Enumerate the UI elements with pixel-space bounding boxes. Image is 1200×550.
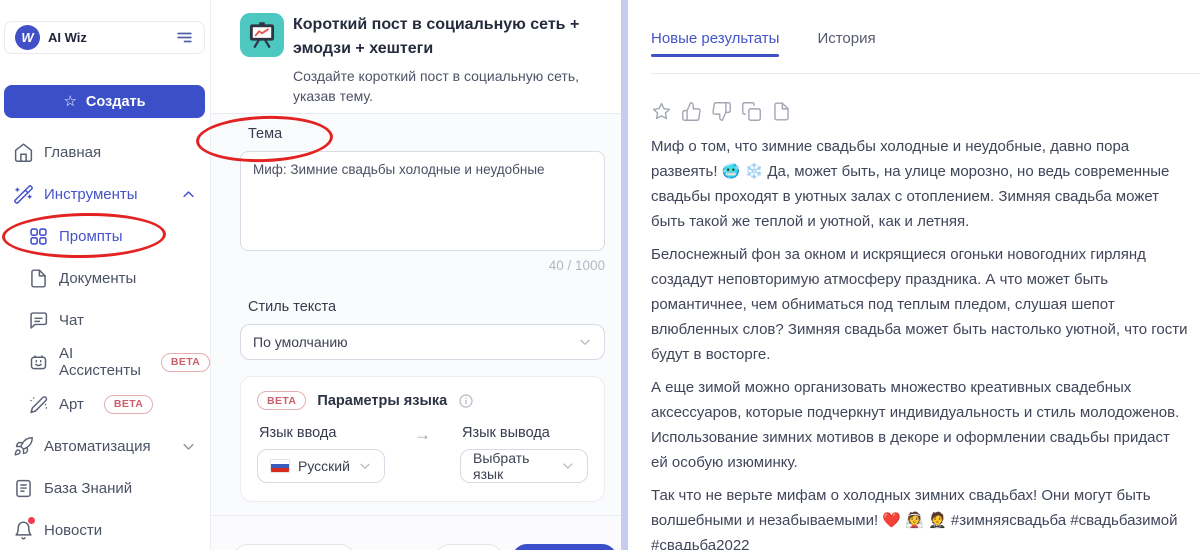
prompt-description: Создайте короткий пост в социальную сеть…: [293, 68, 580, 104]
sidebar-item-label: База Знаний: [44, 479, 133, 497]
output-language-column: Язык вывода Выбрать язык: [460, 425, 588, 483]
sidebar-item-label: AI Ассистенты: [59, 345, 141, 379]
output-language-select[interactable]: Выбрать язык: [460, 449, 588, 483]
sidebar-item-home[interactable]: Главная: [0, 131, 210, 173]
prompt-header-text: Короткий пост в социальную сеть + эмодзи…: [293, 13, 603, 113]
footer-tertiary-button[interactable]: [435, 544, 503, 550]
prompt-form: Тема Миф: Зимние свадьбы холодные и неуд…: [211, 114, 621, 515]
topic-input[interactable]: Миф: Зимние свадьбы холодные и неудобные: [240, 151, 605, 251]
sidebar-item-tools[interactable]: Инструменты: [0, 173, 210, 215]
input-language-current: Русский: [270, 458, 350, 474]
sidebar-item-news[interactable]: Новости: [0, 509, 210, 550]
logo-card: W AI Wiz: [4, 21, 205, 54]
russia-flag-icon: [270, 459, 290, 473]
input-language-column: Язык ввода Русский: [257, 425, 385, 483]
input-language-value: Русский: [298, 458, 350, 474]
post-paragraph: Миф о том, что зимние свадьбы холодные и…: [651, 138, 1170, 230]
chevron-down-icon: [181, 439, 196, 454]
document-icon[interactable]: [771, 101, 792, 122]
input-language-select[interactable]: Русский: [257, 449, 385, 483]
sidebar-item-art[interactable]: Арт BETA: [0, 383, 210, 425]
arrow-right-icon: →: [414, 425, 431, 444]
sidebar-item-label: Документы: [59, 269, 137, 287]
sidebar-item-prompts[interactable]: Промпты: [0, 215, 210, 257]
prompt-panel: Короткий пост в социальную сеть + эмодзи…: [211, 0, 621, 550]
generated-post: Миф о том, что зимние свадьбы холодные и…: [651, 134, 1188, 550]
prompt-title: Короткий пост в социальную сеть + эмодзи…: [293, 16, 580, 57]
wand-icon: [13, 184, 34, 205]
sidebar-item-label: Чат: [59, 311, 84, 329]
robot-icon: [28, 352, 49, 373]
beta-badge: BETA: [257, 391, 307, 410]
result-toolbar: [651, 101, 1200, 122]
star-icon: ☆: [63, 93, 77, 110]
app-logo-icon: W: [15, 25, 40, 50]
text-style-label: Стиль текста: [248, 299, 337, 315]
menu-toggle-icon[interactable]: [175, 28, 194, 47]
sidebar-item-ai-assistants[interactable]: AI Ассистенты BETA: [0, 341, 211, 383]
app-window: W AI Wiz ☆ Создать Главная Инструменты П…: [0, 0, 1200, 550]
presentation-chart-icon: [240, 13, 284, 57]
sidebar-item-chat[interactable]: Чат: [0, 299, 210, 341]
sidebar-item-label: Автоматизация: [44, 437, 151, 455]
sidebar-item-label: Инструменты: [44, 185, 138, 203]
copy-icon[interactable]: [741, 101, 762, 122]
prompt-header: Короткий пост в социальную сеть + эмодзи…: [211, 0, 621, 114]
language-selectors: Язык ввода Русский → Язык вывода Выбрать…: [257, 425, 588, 483]
prompt-footer: [211, 515, 621, 550]
book-icon: [13, 478, 34, 499]
sidebar-item-knowledge-base[interactable]: База Знаний: [0, 467, 210, 509]
post-paragraph: Так что не верьте мифам о холодных зимни…: [651, 487, 1178, 550]
grid-icon: [28, 226, 49, 247]
post-paragraph: А еще зимой можно организовать множество…: [651, 379, 1180, 471]
chat-icon: [28, 310, 49, 331]
document-icon: [28, 268, 49, 289]
chevron-up-icon: [181, 187, 196, 202]
sidebar-item-label: Новости: [44, 521, 103, 539]
notification-dot: [27, 515, 36, 525]
info-icon[interactable]: [458, 393, 474, 409]
create-button[interactable]: ☆ Создать: [4, 85, 205, 118]
sidebar-item-documents[interactable]: Документы: [0, 257, 210, 299]
language-card-title: Параметры языка: [317, 392, 448, 409]
favorite-star-icon[interactable]: [651, 101, 672, 122]
beta-badge: BETA: [160, 352, 211, 372]
sidebar: W AI Wiz ☆ Создать Главная Инструменты П…: [0, 0, 211, 550]
output-language-label: Язык вывода: [462, 425, 550, 441]
footer-secondary-button[interactable]: [233, 544, 355, 550]
panel-scrollbar[interactable]: [621, 0, 628, 550]
post-paragraph: Белоснежный фон за окном и искрящиеся ог…: [651, 246, 1188, 363]
home-icon: [13, 142, 34, 163]
beta-badge: BETA: [103, 394, 154, 414]
sidebar-item-automation[interactable]: Автоматизация: [0, 425, 210, 467]
output-language-value: Выбрать язык: [473, 450, 530, 482]
rocket-icon: [13, 436, 34, 457]
sidebar-item-label: Арт: [59, 395, 84, 413]
topic-label: Тема: [248, 126, 283, 142]
language-settings-card: BETA Параметры языка Язык ввода Русский: [240, 376, 605, 502]
char-counter: 40 / 1000: [548, 258, 605, 273]
app-name: AI Wiz: [48, 30, 87, 45]
thumbs-down-icon[interactable]: [711, 101, 732, 122]
sidebar-item-label: Промпты: [59, 227, 123, 245]
bell-icon: [13, 515, 36, 541]
text-style-select[interactable]: По умолчанию: [240, 324, 605, 360]
chevron-down-icon: [561, 459, 575, 473]
language-card-header: BETA Параметры языка: [257, 391, 588, 410]
footer-submit-button[interactable]: [512, 544, 617, 550]
tab-new-results[interactable]: Новые результаты: [651, 30, 780, 57]
tab-history[interactable]: История: [817, 30, 875, 57]
pen-icon: [28, 394, 49, 415]
chevron-down-icon: [358, 459, 372, 473]
results-tabs: Новые результаты История: [651, 0, 1200, 74]
input-language-label: Язык ввода: [259, 425, 337, 441]
sidebar-nav: Главная Инструменты Промпты Документы Ча…: [0, 131, 211, 550]
chevron-down-icon: [578, 335, 592, 349]
create-button-label: Создать: [85, 93, 146, 110]
results-panel: Новые результаты История Миф о том, что …: [628, 0, 1200, 550]
text-style-value: По умолчанию: [253, 334, 348, 350]
sidebar-item-label: Главная: [44, 143, 102, 161]
thumbs-up-icon[interactable]: [681, 101, 702, 122]
